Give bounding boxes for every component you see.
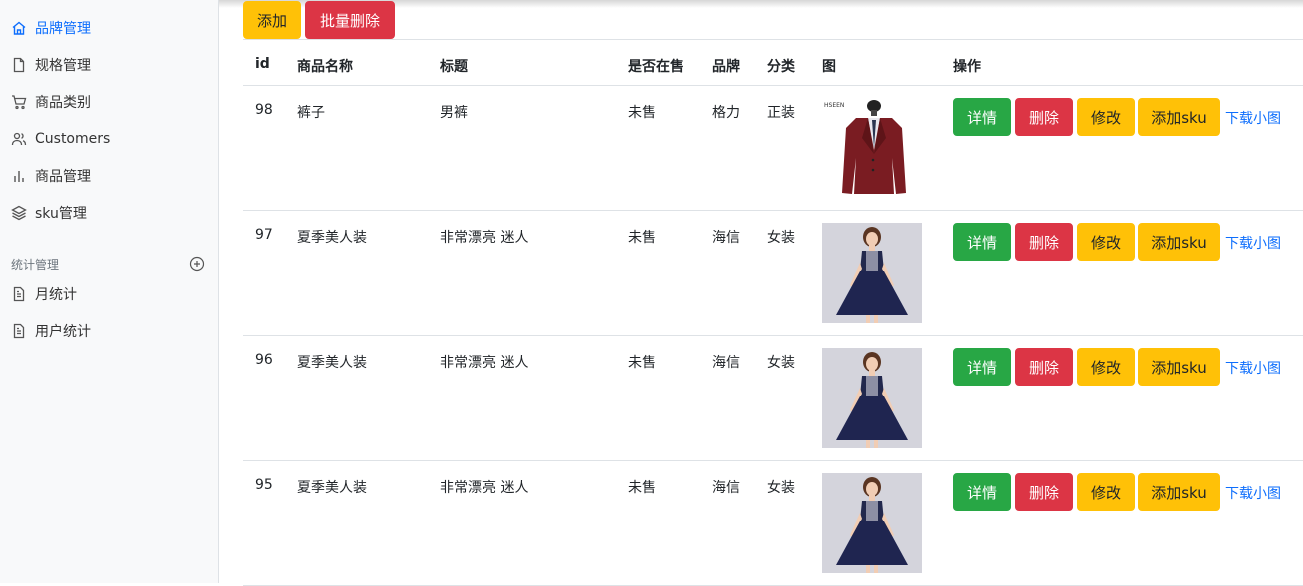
navy-dress-photo: [822, 473, 922, 573]
add-button[interactable]: 添加: [243, 1, 301, 39]
edit-button[interactable]: 修改: [1077, 98, 1135, 136]
cell-brand: 海信: [712, 230, 740, 246]
bar-chart-icon: [14, 171, 24, 182]
edit-button[interactable]: 修改: [1077, 348, 1135, 386]
sidebar-item-label: Customers: [35, 131, 111, 147]
col-header-actions: 操作: [953, 59, 981, 75]
table-row: 98 裤子 男裤 未售 格力 正装 HSEEN 详情 删除 修改 添加sku 下…: [243, 86, 1303, 211]
layers-icon: [11, 205, 27, 221]
brand-tag-text: HSEEN: [824, 102, 844, 109]
cell-id: 95: [255, 477, 273, 493]
users-icon: [11, 132, 27, 146]
cell-name: 夏季美人装: [297, 355, 367, 371]
download-thumbnail-link[interactable]: 下载小图: [1225, 108, 1281, 128]
cell-brand: 海信: [712, 355, 740, 371]
sidebar-item-spec[interactable]: 规格管理: [11, 55, 91, 75]
sidebar-item-category[interactable]: 商品类别: [11, 92, 91, 112]
col-header-image: 图: [822, 59, 836, 75]
cell-title: 非常漂亮 迷人: [440, 480, 529, 496]
sidebar-item-brand[interactable]: 品牌管理: [11, 18, 91, 38]
sidebar-item-label: 月统计: [35, 287, 77, 303]
sidebar-item-label: 商品管理: [35, 169, 91, 185]
download-thumbnail-link[interactable]: 下载小图: [1225, 358, 1281, 378]
cell-category: 女装: [767, 355, 795, 371]
product-thumbnail: [822, 348, 922, 448]
product-thumbnail: [822, 223, 922, 323]
cell-name: 裤子: [297, 105, 325, 121]
cell-on-sale: 未售: [628, 105, 656, 121]
sidebar-item-user-stats[interactable]: 用户统计: [11, 321, 91, 341]
cell-brand: 格力: [712, 105, 740, 121]
cell-title: 非常漂亮 迷人: [440, 355, 529, 371]
edit-button[interactable]: 修改: [1077, 223, 1135, 261]
cell-title: 非常漂亮 迷人: [440, 230, 529, 246]
stats-section-header: 统计管理: [11, 255, 205, 273]
product-thumbnail: [822, 473, 922, 573]
delete-button[interactable]: 删除: [1015, 98, 1073, 136]
col-header-category: 分类: [767, 59, 795, 75]
suit-jacket-photo: HSEEN: [822, 98, 922, 198]
sidebar-item-monthly-stats[interactable]: 月统计: [11, 284, 77, 304]
sidebar-item-label: 商品类别: [35, 95, 91, 111]
cell-brand: 海信: [712, 480, 740, 496]
table-row: 96 夏季美人装 非常漂亮 迷人 未售 海信 女装 详情 删除 修改 添加sku: [243, 336, 1303, 461]
sidebar: 品牌管理 规格管理 商品类别 Customers 商品管理 sku管理 统计管理…: [0, 0, 219, 583]
cell-id: 98: [255, 102, 273, 118]
detail-button[interactable]: 详情: [953, 98, 1011, 136]
download-thumbnail-link[interactable]: 下载小图: [1225, 233, 1281, 253]
add-sku-button[interactable]: 添加sku: [1138, 348, 1220, 386]
sidebar-item-label: sku管理: [35, 206, 87, 222]
cart-icon: [12, 95, 27, 110]
add-sku-button[interactable]: 添加sku: [1138, 223, 1220, 261]
detail-button[interactable]: 详情: [953, 473, 1011, 511]
delete-button[interactable]: 删除: [1015, 223, 1073, 261]
cell-id: 97: [255, 227, 273, 243]
cell-name: 夏季美人装: [297, 480, 367, 496]
add-sku-button[interactable]: 添加sku: [1138, 473, 1220, 511]
col-header-name: 商品名称: [297, 59, 353, 75]
batch-delete-button[interactable]: 批量删除: [305, 1, 395, 39]
cell-on-sale: 未售: [628, 480, 656, 496]
table-row: 95 夏季美人装 非常漂亮 迷人 未售 海信 女装 详情 删除 修改 添加sku: [243, 461, 1303, 586]
delete-button[interactable]: 删除: [1015, 473, 1073, 511]
navy-dress-photo: [822, 223, 922, 323]
product-thumbnail: HSEEN: [822, 98, 922, 198]
cell-on-sale: 未售: [628, 230, 656, 246]
col-header-title: 标题: [440, 59, 468, 75]
file-icon: [13, 57, 25, 73]
table-row: 97 夏季美人装 非常漂亮 迷人 未售 海信 女装 详情 删除 修改 添加sku: [243, 211, 1303, 336]
navy-dress-photo: [822, 348, 922, 448]
add-sku-button[interactable]: 添加sku: [1138, 98, 1220, 136]
plus-circle-icon[interactable]: [189, 256, 205, 272]
file-text-icon: [13, 323, 25, 339]
cell-category: 女装: [767, 230, 795, 246]
sidebar-item-label: 用户统计: [35, 324, 91, 340]
home-icon: [12, 21, 26, 35]
col-header-brand: 品牌: [712, 59, 740, 75]
cell-id: 96: [255, 352, 273, 368]
file-text-icon: [13, 286, 25, 302]
cell-name: 夏季美人装: [297, 230, 367, 246]
detail-button[interactable]: 详情: [953, 348, 1011, 386]
delete-button[interactable]: 删除: [1015, 348, 1073, 386]
cell-title: 男裤: [440, 105, 468, 121]
sidebar-item-label: 规格管理: [35, 58, 91, 74]
detail-button[interactable]: 详情: [953, 223, 1011, 261]
product-table: id 商品名称 标题 是否在售 品牌 分类 图 操作 98 裤子 男裤 未售 格…: [243, 39, 1303, 586]
download-thumbnail-link[interactable]: 下载小图: [1225, 483, 1281, 503]
table-header: id 商品名称 标题 是否在售 品牌 分类 图 操作: [243, 39, 1303, 86]
sidebar-item-customers[interactable]: Customers: [11, 129, 110, 149]
sidebar-item-sku[interactable]: sku管理: [11, 203, 87, 223]
sidebar-item-products[interactable]: 商品管理: [11, 166, 91, 186]
edit-button[interactable]: 修改: [1077, 473, 1135, 511]
col-header-id: id: [255, 56, 270, 72]
cell-category: 女装: [767, 480, 795, 496]
sidebar-item-label: 品牌管理: [35, 21, 91, 37]
cell-category: 正装: [767, 105, 795, 121]
col-header-on-sale: 是否在售: [628, 59, 684, 75]
section-title: 统计管理: [11, 257, 60, 272]
cell-on-sale: 未售: [628, 355, 656, 371]
